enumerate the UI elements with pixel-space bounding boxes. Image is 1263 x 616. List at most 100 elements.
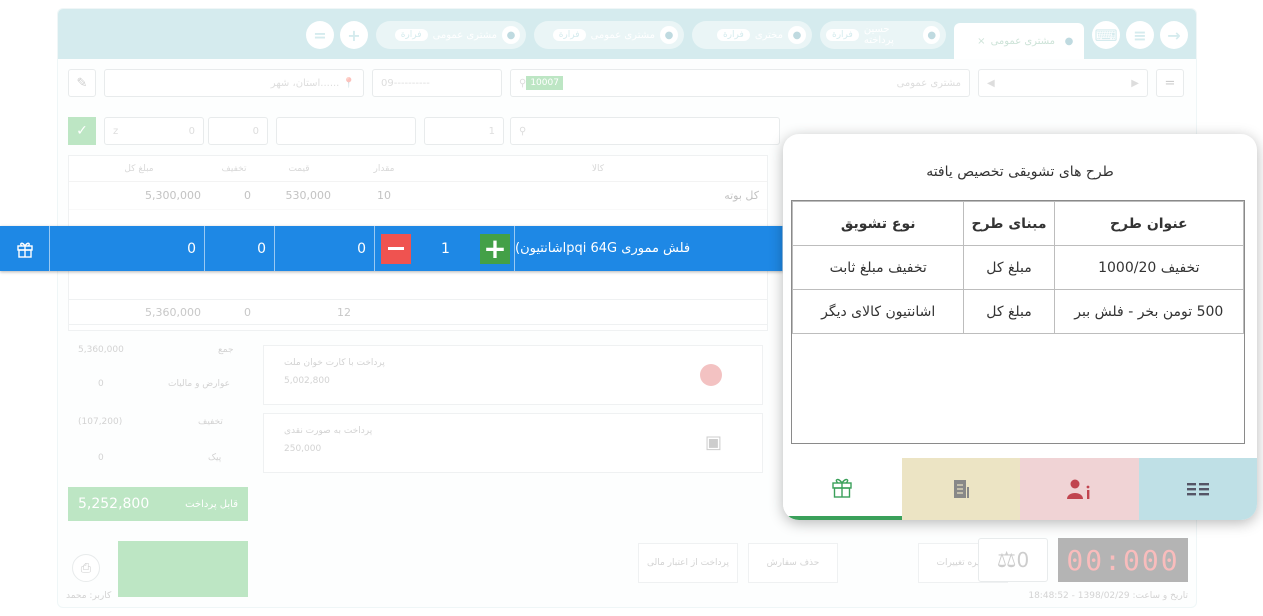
discount-value: (107,200) — [78, 417, 123, 427]
tab-badge: فرارة — [826, 29, 859, 41]
user-info-icon — [1067, 479, 1090, 499]
discount-percent-value: 0 — [188, 125, 195, 137]
chevron-left-icon[interactable]: ◀ — [987, 78, 995, 89]
footer-total: 5,360,000 — [145, 305, 201, 319]
promo-basis: مبلغ کل — [963, 245, 1055, 290]
tab-number-icon: ● — [923, 26, 940, 44]
edit-icon[interactable]: ✎ — [68, 69, 96, 97]
tab-label: مشتری عمومی — [990, 35, 1055, 47]
row-qty: 10 — [377, 189, 391, 202]
close-icon[interactable]: × — [977, 36, 985, 47]
qty-stepper[interactable]: 1 + — [375, 226, 515, 271]
payable-label: قابل پرداخت — [185, 498, 238, 510]
city-input[interactable]: استان، شهر...... 📍 — [104, 69, 364, 97]
gift-icon[interactable] — [0, 226, 50, 271]
add-tab-icon[interactable]: + — [340, 21, 368, 49]
minus-button[interactable] — [381, 233, 411, 264]
equals-icon[interactable]: = — [306, 21, 334, 49]
menu-icon[interactable]: ≡ — [1126, 21, 1154, 49]
scale-value: 0 — [1016, 548, 1030, 572]
price-input[interactable] — [276, 117, 416, 145]
sum-value: 5,360,000 — [78, 345, 124, 355]
column-qty: مقدار — [373, 164, 395, 174]
row-product: کل بوته — [724, 189, 759, 202]
promo-title: 500 تومن بخر - فلش ببر — [1053, 289, 1245, 334]
discount-label: تخفیف — [198, 417, 223, 427]
chevron-right-icon[interactable]: ▶ — [1131, 78, 1139, 89]
scale-icon: ⚖ 0 — [978, 538, 1048, 582]
table-row[interactable]: 500 تومن بخر - فلش ببر مبلغ کل اشانتیون … — [791, 289, 1245, 334]
column-discount: تخفیف — [221, 164, 247, 174]
tab-4[interactable]: فرارة مشتری عمومی ● — [534, 21, 684, 49]
footer-discount: 0 — [244, 305, 251, 319]
percent-label: z — [113, 125, 119, 137]
product-search-input[interactable]: ⚲ — [510, 117, 780, 145]
tab-gift[interactable] — [783, 458, 902, 520]
customer-search-input[interactable]: ⚲ 10007 مشتری عمومی — [510, 69, 970, 97]
tab-3[interactable]: فرارة مختری ● — [692, 21, 812, 49]
card-payment[interactable]: پرداخت با کارت خوان ملت 5,002,800 — [263, 345, 763, 405]
promo-type: اشانتیون کالای دیگر — [791, 289, 965, 334]
cash-payment-label: پرداخت به صورت نقدی — [284, 426, 373, 436]
row-total-value: 0 — [50, 226, 205, 271]
promotions-table: عنوان طرح مبنای طرح نوع تشویق تخفیف 1000… — [791, 200, 1245, 444]
cash-payment[interactable]: پرداخت به صورت نقدی 250,000 ▣ — [263, 413, 763, 473]
phone-input[interactable]: 09---------- — [372, 69, 502, 97]
top-tab-bar: → ≡ ⌨ × مشتری عمومی ● فرارة حسین پرداخته… — [58, 9, 1196, 59]
keyboard-icon[interactable]: ⌨ — [1092, 21, 1120, 49]
receive-credit-button[interactable]: پرداخت از اعتبار مالی — [638, 543, 738, 583]
popup-tab-bar — [783, 458, 1257, 520]
status-user: کاربر: محمد — [66, 591, 112, 601]
tab-2[interactable]: فرارة حسین پرداخته ● — [820, 21, 946, 49]
row-product-name: فلش مموری pqi 64Gاشانتیون) — [515, 226, 783, 271]
plus-button[interactable]: + — [479, 233, 510, 264]
column-type: نوع تشویق — [791, 201, 965, 246]
discount-percent-input[interactable]: z0 — [104, 117, 204, 145]
tab-document[interactable] — [901, 458, 1020, 520]
footer-qty: 12 — [337, 305, 351, 319]
row-total: 5,300,000 — [145, 189, 201, 202]
customer-code-badge: 10007 — [526, 76, 563, 90]
table-row[interactable]: تخفیف 1000/20 مبلغ کل تخفیف مبلغ ثابت — [791, 245, 1245, 290]
highlighted-product-row[interactable]: 0 0 0 1 + فلش مموری pqi 64Gاشانتیون) — [0, 226, 783, 271]
promotions-popup: طرح های تشویقی تخصیص یافته عنوان طرح مبن… — [783, 134, 1257, 520]
cash-icon: ▣ — [704, 432, 722, 453]
qty-input[interactable]: 1 — [424, 117, 504, 145]
tab-label: مختری — [754, 29, 783, 41]
date-selector[interactable]: ◀ ▶ — [978, 69, 1148, 97]
promo-type: تخفیف مبلغ ثابت — [791, 245, 965, 290]
table-header: مبلغ کل تخفیف قیمت مقدار کالا — [69, 156, 767, 182]
row-price-value: 0 — [275, 226, 375, 271]
cancel-order-button[interactable]: حذف سفارش — [748, 543, 838, 583]
tab-5[interactable]: فرارة مشتری عمومی ● — [376, 21, 526, 49]
tax-label: عوارض و مالیات — [168, 379, 231, 389]
printer-icon[interactable]: ⎙ — [72, 554, 100, 582]
back-arrow-icon[interactable]: → — [1160, 21, 1188, 49]
print-pay-button[interactable] — [118, 541, 248, 597]
status-datetime: تاریخ و ساعت: 1398/02/29 - 18:48:52 — [1028, 591, 1188, 601]
list-icon — [1186, 483, 1209, 496]
discount-amount-input[interactable]: 0 — [208, 117, 268, 145]
popup-title: طرح های تشویقی تخصیص یافته — [926, 164, 1114, 180]
tab-badge: فرارة — [552, 29, 586, 41]
cancel-order-label: حذف سفارش — [766, 558, 820, 568]
table-row[interactable]: 5,300,000 0 530,000 10 کل بوته — [69, 182, 767, 210]
column-title: عنوان طرح — [1053, 201, 1245, 246]
tab-customer-active[interactable]: × مشتری عمومی ● — [954, 23, 1084, 59]
tax-value: 0 — [98, 379, 104, 389]
tab-list[interactable] — [1138, 458, 1257, 520]
payable-value: 5,252,800 — [78, 496, 150, 512]
equals-icon[interactable]: = — [1156, 69, 1184, 97]
tab-user-info[interactable] — [1020, 458, 1139, 520]
check-icon[interactable]: ✓ — [68, 117, 96, 145]
tab-label: مشتری عمومی — [432, 29, 497, 41]
card-payment-value: 5,002,800 — [284, 376, 330, 386]
tab-label: مشتری عمومی — [590, 29, 655, 41]
tip-value: 0 — [98, 453, 104, 463]
row-discount: 0 — [244, 189, 251, 202]
tab-number-icon: ● — [788, 26, 806, 44]
scale-display-value: 00:000 — [1066, 543, 1180, 577]
table-footer: 5,360,000 0 12 — [68, 299, 768, 325]
table-header-row: عنوان طرح مبنای طرح نوع تشویق — [791, 201, 1245, 246]
row-qty-value: 1 — [441, 240, 450, 257]
